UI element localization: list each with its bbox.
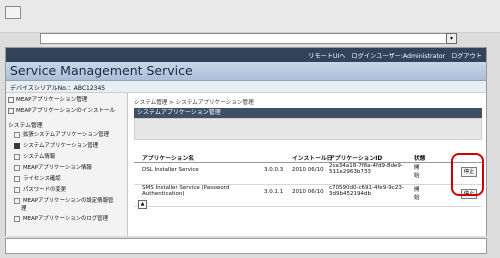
status-badge: 開始 — [414, 165, 420, 179]
page-top-icon[interactable]: ▲ — [138, 200, 147, 209]
breadcrumb: システム管理 > システムアプリケーション管理 — [134, 100, 254, 106]
col-header-date: インストール日 — [292, 156, 333, 162]
browser-window: ▾ リモートUIへ ログインユーザー:Administrator ログアウト S… — [0, 0, 500, 258]
sidebar-item-license[interactable]: ライセンス確認 — [14, 175, 61, 184]
bullet-icon — [14, 142, 20, 149]
sidebar-item-system-apps[interactable]: システムアプリケーション管理 — [14, 142, 98, 151]
table-row: DSL Installer Service 3.0.0.3 2010 06/10… — [134, 163, 482, 185]
page-title: Service Management Service — [10, 63, 193, 78]
status-bar — [5, 238, 487, 254]
app-name: SMS Installer Service (Password Authenti… — [142, 185, 230, 197]
top-nav-bar: リモートUIへ ログインユーザー:Administrator ログアウト — [6, 48, 486, 62]
col-header-id: アプリケーションID — [329, 156, 383, 162]
device-serial-label: デバイスシリアルNo.：ABC12345 — [10, 85, 106, 92]
app-id: c70590d0-c691-4fe9-9c23-3d9b452194db — [329, 185, 404, 197]
sidebar-item-extended-system-apps[interactable]: 拡張システムアプリケーション管理 — [14, 131, 109, 140]
remote-ui-link[interactable]: リモートUIへ — [308, 53, 345, 60]
col-header-status: 状態 — [414, 156, 426, 162]
bullet-icon — [8, 96, 14, 103]
sidebar-item-meap-info[interactable]: MEAPアプリケーション情報 — [14, 164, 92, 173]
bullet-icon — [14, 215, 20, 222]
status-area — [0, 236, 500, 258]
app-id: 2ca34a18-7f8a-4fd9-8de9-511e2963b733 — [329, 163, 403, 175]
sidebar-item-system-info[interactable]: システム情報 — [14, 153, 55, 162]
sidebar-item-meap-settings[interactable]: MEAPアプリケーションの設定情報管 — [14, 197, 113, 206]
main-content: システム管理 > システムアプリケーション管理 システムアプリケーション管理 ア… — [131, 93, 486, 236]
browser-menu-button[interactable] — [5, 6, 21, 19]
table-row: SMS Installer Service (Password Authenti… — [134, 185, 482, 207]
sidebar-item-meap-log[interactable]: MEAPアプリケーションのログ管理 — [14, 215, 108, 224]
sidebar-section-system: システム管理 — [8, 123, 43, 129]
table-header: アプリケーション名 インストール日 アプリケーションID 状態 — [134, 153, 482, 163]
bullet-icon — [14, 153, 20, 160]
sidebar: MEAPアプリケーション管理 MEAPアプリケーションのインストール システム管… — [6, 93, 128, 236]
install-date: 2010 06/10 — [292, 167, 324, 173]
col-header-name: アプリケーション名 — [142, 156, 195, 162]
device-bar: デバイスシリアルNo.：ABC12345 — [6, 81, 486, 93]
sidebar-item-meap-settings-cont: 理 — [21, 206, 27, 212]
browser-toolbar — [0, 0, 500, 33]
app-version: 3.0.1.1 — [264, 189, 284, 195]
status-badge: 開始 — [414, 187, 420, 201]
bullet-icon — [14, 186, 20, 193]
login-user-label: ログインユーザー:Administrator — [351, 53, 446, 60]
sidebar-item-password[interactable]: パスワードの変更 — [14, 186, 66, 195]
panel-title: システムアプリケーション管理 — [134, 108, 482, 118]
bullet-icon — [14, 131, 20, 138]
highlight-annotation — [451, 153, 484, 196]
logout-link[interactable]: ログアウト — [451, 53, 482, 60]
app-name: DSL Installer Service — [142, 167, 199, 173]
bullet-icon — [14, 175, 20, 182]
sidebar-item-meap-management[interactable]: MEAPアプリケーション管理 — [8, 96, 87, 105]
title-bar: Service Management Service — [6, 62, 486, 81]
app-version: 3.0.0.3 — [264, 167, 284, 173]
address-bar[interactable] — [40, 33, 454, 44]
panel-body — [134, 118, 482, 140]
bullet-icon — [8, 107, 14, 114]
install-date: 2010 06/10 — [292, 189, 324, 195]
bullet-icon — [14, 164, 20, 171]
bullet-icon — [14, 197, 20, 204]
chevron-down-icon[interactable]: ▾ — [446, 33, 457, 44]
sidebar-item-meap-install[interactable]: MEAPアプリケーションのインストール — [8, 107, 115, 116]
web-page: リモートUIへ ログインユーザー:Administrator ログアウト Ser… — [5, 47, 487, 237]
